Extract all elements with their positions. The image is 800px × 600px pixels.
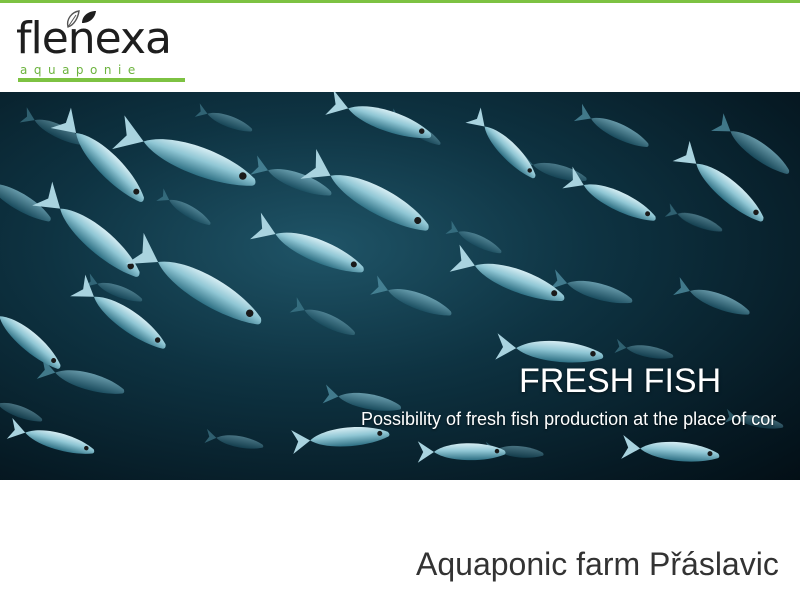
page: flenexa aquaponie FRESH FISH Possibility… [0, 0, 800, 600]
hero-title: FRESH FISH [519, 362, 722, 400]
main-content: Aquaponic farm Přáslavic [0, 480, 800, 600]
logo-underline [18, 78, 185, 82]
site-header: flenexa aquaponie [0, 3, 800, 92]
section-heading: Aquaponic farm Přáslavic [416, 546, 779, 582]
hero-slider: FRESH FISH Possibility of fresh fish pro… [0, 92, 800, 480]
hero-subtitle: Possibility of fresh fish production at … [361, 409, 777, 429]
leaf-icon [66, 10, 96, 28]
logo[interactable]: flenexa aquaponie [16, 7, 188, 89]
logo-tagline: aquaponie [20, 63, 142, 77]
